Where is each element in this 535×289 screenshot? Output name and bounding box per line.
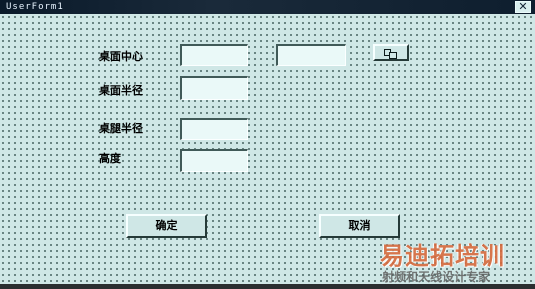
desk-center-label: 桌面中心 <box>99 50 143 63</box>
desk-center-y-input[interactable] <box>276 44 346 66</box>
close-icon: ✕ <box>518 0 528 13</box>
cancel-button[interactable]: 取消 <box>319 214 400 238</box>
leg-radius-input[interactable] <box>180 118 248 140</box>
height-label: 高度 <box>99 152 121 165</box>
bottom-edge <box>0 284 535 289</box>
pick-point-icon <box>384 49 398 59</box>
ok-button[interactable]: 确定 <box>126 214 207 238</box>
pick-point-button[interactable] <box>373 44 409 61</box>
close-button[interactable]: ✕ <box>515 1 531 13</box>
window-title: UserForm1 <box>6 2 64 12</box>
desk-center-x-input[interactable] <box>180 44 248 66</box>
title-bar: UserForm1 ✕ <box>0 0 535 14</box>
desk-radius-input[interactable] <box>180 76 248 100</box>
watermark-tagline: 射频和天线设计专家 <box>382 270 491 284</box>
desk-radius-label: 桌面半径 <box>99 84 143 97</box>
leg-radius-label: 桌腿半径 <box>99 122 143 135</box>
height-input[interactable] <box>180 149 248 172</box>
watermark-logo-text: 易迪拓培训 <box>380 242 505 270</box>
